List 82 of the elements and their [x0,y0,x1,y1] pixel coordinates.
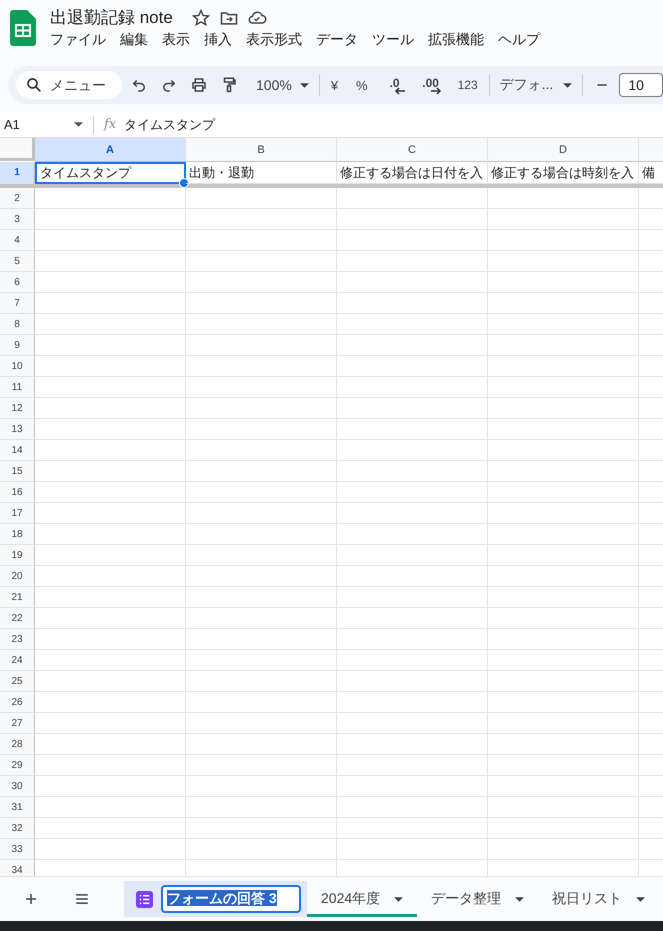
row-header[interactable]: 1 [0,162,35,184]
caret-icon [636,896,646,902]
caret-icon[interactable] [74,122,83,127]
sheet-tab[interactable]: 2024年度 [307,881,418,917]
row-header[interactable]: 12 [0,398,35,419]
right-arrow-icon [430,86,442,94]
row-header[interactable]: 30 [0,776,35,797]
left-arrow-icon [394,86,406,94]
row-header[interactable]: 33 [0,839,35,860]
row-header[interactable]: 18 [0,524,35,545]
table-cell[interactable]: 備 [639,162,663,184]
cell-reference[interactable]: A1 [4,117,74,132]
zoom-dropdown[interactable]: 100% [246,71,315,99]
row-header[interactable]: 11 [0,377,35,398]
menu-item[interactable]: 表示 [162,31,190,49]
row-header[interactable]: 10 [0,356,35,377]
table-cell[interactable]: 修正する場合は日付を入 [337,162,488,184]
row-header[interactable]: 34 [0,860,35,876]
column-header[interactable]: C [337,138,488,162]
column-header[interactable]: D [488,138,639,162]
sheet-tab[interactable]: 祝日リスト [538,881,660,917]
font-size-field[interactable]: 10 [619,73,663,97]
number-format-button[interactable]: 123 [450,71,485,99]
column-header[interactable]: B [186,138,337,162]
row-header[interactable]: 2 [0,188,35,209]
caret-icon [394,896,404,902]
menu-search-field[interactable]: メニュー [16,71,122,99]
row-header[interactable]: 7 [0,293,35,314]
row-header[interactable]: 26 [0,692,35,713]
sheet-tab[interactable]: フォームの回答 3 [124,881,307,917]
form-icon [136,890,153,908]
menu-item[interactable]: ヘルプ [498,31,540,49]
row-header[interactable]: 32 [0,818,35,839]
row-header[interactable]: 16 [0,482,35,503]
row-header[interactable]: 6 [0,272,35,293]
cell-grid[interactable]: 1 タイムスタンプ 出動・退勤 修正する場合は日付を入 修正する場合は時刻を入 備 2 3 4 5 6 7 8 9 10 11 12 13 14 15 16 17 18 19 20 21 22 23 24 25 26 27 28 29 30 31 32 33 34 [0,162,663,876]
menu-item[interactable]: データ [316,31,358,49]
search-icon [25,76,43,94]
menu-item[interactable]: 挿入 [204,31,232,49]
row-header[interactable]: 31 [0,797,35,818]
star-icon[interactable] [190,8,211,28]
function-label: fx [104,117,116,132]
row-header[interactable]: 3 [0,209,35,230]
row-header[interactable]: 9 [0,335,35,356]
row-header[interactable]: 28 [0,734,35,755]
row-header[interactable]: 24 [0,650,35,671]
caret-icon [563,82,572,88]
percent-format-button[interactable]: % [349,71,375,99]
row-header[interactable]: 17 [0,503,35,524]
row-header[interactable]: 27 [0,713,35,734]
spreadsheet-logo-icon[interactable] [10,10,36,46]
row-header[interactable]: 29 [0,755,35,776]
row-header[interactable]: 20 [0,566,35,587]
menu-item[interactable]: 編集 [120,31,148,49]
row-header[interactable]: 25 [0,671,35,692]
row-header[interactable]: 5 [0,251,35,272]
fill-handle[interactable] [179,178,189,188]
menu-item[interactable]: ファイル [50,31,106,49]
row-header[interactable]: 4 [0,230,35,251]
row-header[interactable]: 15 [0,461,35,482]
menu-item[interactable]: ツール [372,31,414,49]
menu-item[interactable]: 表示形式 [246,31,302,49]
table-cell[interactable]: 出動・退勤 [186,162,337,184]
row-header[interactable]: 22 [0,608,35,629]
decrease-decimal-button[interactable]: .0 [378,71,411,99]
caret-icon [515,896,524,902]
caret-icon [300,82,309,88]
sheet-tab[interactable]: データ整理 [417,881,538,917]
column-header[interactable]: A [35,138,186,162]
row-header[interactable]: 8 [0,314,35,335]
table-cell[interactable]: 修正する場合は時刻を入 [488,162,639,184]
row-header[interactable]: 21 [0,587,35,608]
currency-format-button[interactable]: ¥ [324,71,346,99]
row-header[interactable]: 19 [0,545,35,566]
row-header[interactable]: 14 [0,440,35,461]
formula-input[interactable]: タイムスタンプ [124,116,216,134]
menu-item[interactable]: 拡張機能 [428,31,484,49]
row-header[interactable]: 13 [0,419,35,440]
document-title[interactable]: 出退勤記録 note [50,6,173,29]
font-dropdown[interactable]: デフォ... [494,71,578,99]
increase-decimal-button[interactable]: .00 [414,71,447,99]
row-header[interactable]: 23 [0,629,35,650]
